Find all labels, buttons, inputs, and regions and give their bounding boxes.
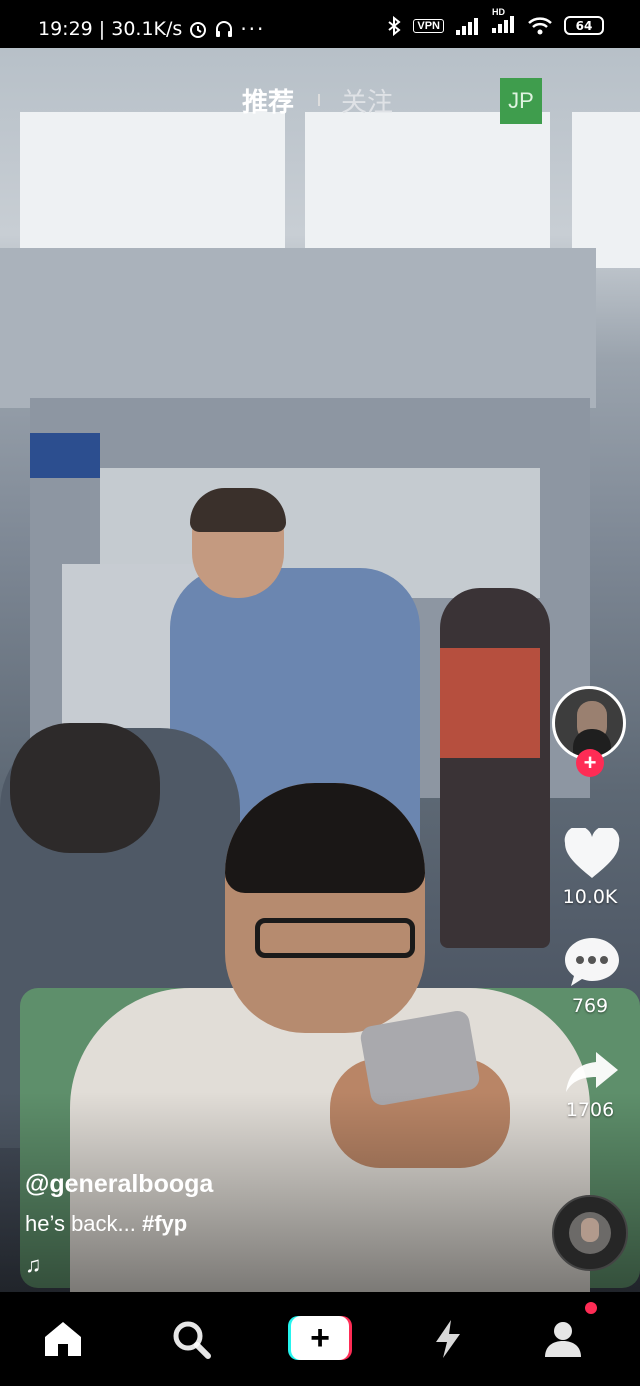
vpn-badge: VPN: [413, 18, 444, 33]
creator-username[interactable]: @generalbooga: [25, 1170, 213, 1199]
share-count: 1706: [565, 1099, 615, 1121]
window-pane: [20, 112, 285, 268]
window-pane: [305, 112, 550, 268]
hd-signal: HD: [492, 7, 516, 36]
nav-inbox[interactable]: [418, 1314, 478, 1364]
bluetooth-icon: [388, 15, 401, 36]
comment-button[interactable]: [560, 934, 624, 990]
ceiling-beam: [0, 248, 596, 408]
nav-home[interactable]: [33, 1314, 93, 1364]
status-right: VPN HD 64: [387, 7, 604, 36]
music-disc[interactable]: [552, 1195, 628, 1271]
bottom-nav: +: [0, 1292, 640, 1386]
more-dots-icon: ···: [240, 17, 266, 41]
create-icon: +: [291, 1316, 349, 1360]
description-text: he’s back...: [25, 1211, 142, 1236]
glasses: [255, 918, 415, 958]
search-icon: [173, 1321, 211, 1359]
nav-profile[interactable]: [533, 1314, 593, 1364]
wifi-icon: [528, 16, 552, 34]
headphone-icon: [216, 21, 233, 37]
alarm-icon: [190, 22, 207, 38]
nav-search[interactable]: [161, 1314, 221, 1364]
music-disc-cover: [569, 1212, 611, 1254]
heart-icon: [564, 828, 620, 878]
comment-icon: [565, 938, 619, 986]
status-time-speed: 19:29 | 30.1K/s: [38, 18, 183, 40]
video-description: he’s back... #fyp: [25, 1211, 213, 1237]
tab-recommended[interactable]: 推荐: [242, 82, 294, 119]
tab-separator: [318, 94, 320, 106]
lightning-icon: [436, 1320, 460, 1358]
create-button[interactable]: +: [288, 1316, 352, 1360]
video-caption: @generalbooga he’s back... #fyp: [25, 1170, 213, 1237]
like-count: 10.0K: [562, 886, 618, 908]
top-nav: 推荐 关注: [0, 82, 640, 122]
follow-button[interactable]: +: [576, 749, 604, 777]
hashtag-link[interactable]: #fyp: [142, 1211, 187, 1236]
window-pane: [572, 112, 640, 268]
background-woman-top: [440, 648, 540, 758]
battery-icon: 64: [564, 16, 604, 35]
comment-count: 769: [571, 995, 609, 1017]
share-button[interactable]: [560, 1044, 624, 1100]
like-button[interactable]: [560, 826, 624, 882]
signal-hd-icon: [492, 16, 514, 33]
notification-dot: [585, 1302, 597, 1314]
walking-man-hair: [190, 488, 286, 532]
profile-icon: [545, 1322, 581, 1357]
home-icon: [45, 1322, 81, 1356]
seated-man-left-head: [10, 723, 160, 853]
tab-following[interactable]: 关注: [341, 82, 393, 119]
share-arrow-icon: [566, 1052, 618, 1092]
blue-sign: [30, 433, 100, 478]
status-bar: 19:29 | 30.1K/s ··· VPN HD 64: [0, 0, 640, 48]
jp-badge[interactable]: JP: [500, 78, 542, 124]
music-note-icon[interactable]: ♫: [25, 1252, 42, 1278]
signal-icon: [456, 17, 478, 35]
status-left: 19:29 | 30.1K/s ···: [38, 17, 265, 41]
background-woman: [440, 588, 550, 948]
